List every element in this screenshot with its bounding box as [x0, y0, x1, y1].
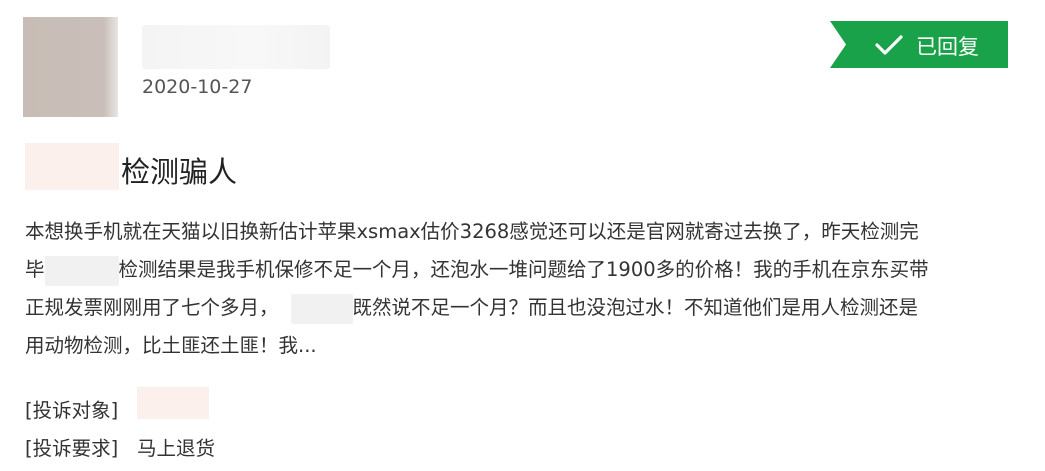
status-badge: 已回复 — [830, 21, 1008, 68]
body-line-4: 用动物检测，比土匪还土匪！我... — [25, 334, 317, 357]
body-line-2-prefix: 毕 — [25, 258, 45, 281]
complaint-body[interactable]: 本想换手机就在天猫以旧换新估计苹果xsmax估价3268感觉还可以还是官网就寄过… — [25, 213, 1015, 365]
post-date: 2020-10-27 — [142, 76, 253, 98]
redacted-title-prefix — [25, 143, 119, 190]
complaint-request-value: 马上退货 — [137, 437, 216, 460]
redacted-username — [142, 25, 330, 69]
body-line-2: 毕 检测结果是我手机保修不足一个月，还泡水一堆问题给了1900多的价格！我的手机在… — [25, 251, 1015, 289]
redacted-inline-2 — [290, 293, 353, 324]
body-line-3b: 既然说不足一个月？而且也没泡过水！不知道他们是用人检测还是 — [352, 296, 919, 319]
body-line-2-text: 检测结果是我手机保修不足一个月，还泡水一堆问题给了1900多的价格！我的手机在京… — [118, 258, 929, 281]
body-line-3a: 正规发票刚刚用了七个多月， — [25, 296, 279, 319]
complaint-title[interactable]: 检测骗人 — [121, 149, 237, 191]
body-line-1: 本想换手机就在天猫以旧换新估计苹果xsmax估价3268感觉还可以还是官网就寄过… — [25, 220, 919, 243]
redacted-complaint-target — [137, 387, 209, 419]
body-line-3: 正规发票刚刚用了七个多月， 既然说不足一个月？而且也没泡过水！不知道他们是用人检测… — [25, 289, 1015, 327]
complaint-target-label: [投诉对象] — [25, 399, 119, 422]
complaint-request-label: [投诉要求] — [25, 437, 119, 460]
redacted-inline-1 — [44, 255, 119, 286]
avatar — [23, 17, 118, 117]
check-icon — [875, 35, 903, 55]
status-badge-label: 已回复 — [916, 35, 979, 59]
